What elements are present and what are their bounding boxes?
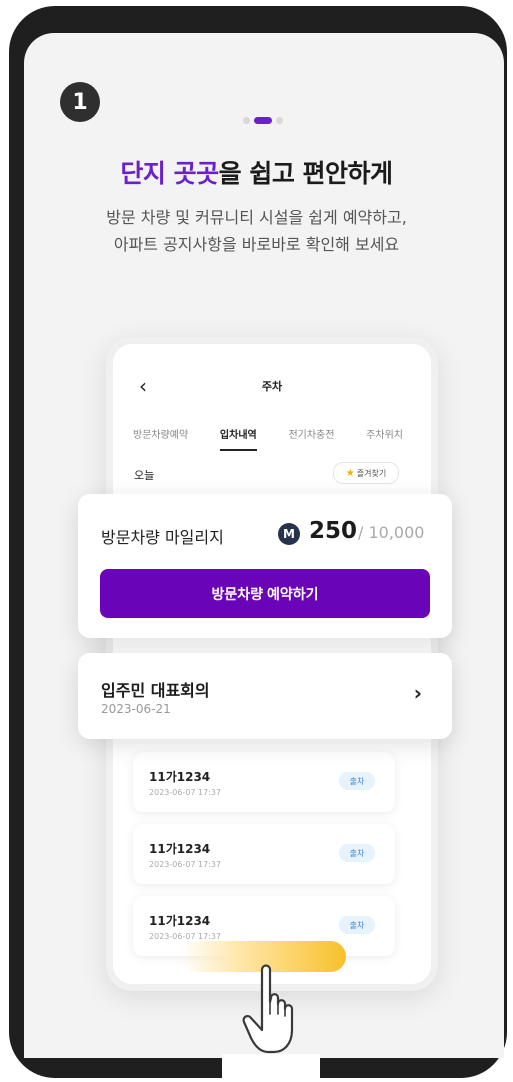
reserve-visitor-car-button[interactable]: 방문차량 예약하기: [100, 569, 430, 618]
plate-number: 11가1234: [149, 842, 211, 856]
headline-accent: 단지 곳곳: [120, 159, 219, 188]
page-indicator[interactable]: [243, 115, 283, 125]
entry-time: 2023-06-07 17:37: [149, 932, 222, 941]
inner-tabs: 방문차량예약 입차내역 전기차충전 주차위치: [133, 426, 403, 451]
mileage-value: 250: [309, 518, 358, 544]
subtext: 방문 차량 및 커뮤니티 시설을 쉽게 예약하고, 아파트 공지사항을 바로바로…: [0, 204, 513, 258]
status-badge: 출차: [339, 772, 375, 790]
tab-parking-location[interactable]: 주차위치: [366, 426, 403, 451]
notice-title: 입주민 대표회의: [101, 681, 210, 700]
entry-time: 2023-06-07 17:37: [149, 860, 222, 869]
mileage-card: 방문차량 마일리지 M 250 / 10,000 방문차량 예약하기: [78, 494, 452, 638]
pointing-hand-icon: [242, 964, 294, 1054]
notice-card[interactable]: 입주민 대표회의 2023-06-21 ›: [78, 653, 452, 739]
tab-entry-history[interactable]: 입차내역: [219, 426, 257, 451]
today-label: 오늘: [134, 469, 155, 482]
page-dot-active[interactable]: [254, 116, 272, 124]
star-icon: ★: [345, 467, 355, 479]
status-badge: 출차: [339, 916, 375, 934]
step-badge: 1: [60, 82, 100, 122]
subtext-line-2: 아파트 공지사항을 바로바로 확인해 보세요: [113, 235, 400, 254]
mileage-total: / 10,000: [358, 523, 425, 542]
plate-number: 11가1234: [149, 914, 211, 928]
notice-date: 2023-06-21: [101, 702, 171, 716]
chevron-right-icon[interactable]: ›: [414, 681, 422, 705]
list-item[interactable]: 11가1234 2023-06-07 17:37 출차: [133, 752, 395, 812]
mileage-label: 방문차량 마일리지: [101, 528, 224, 547]
home-indicator-area: [222, 1054, 320, 1082]
entry-time: 2023-06-07 17:37: [149, 788, 222, 797]
page-dot[interactable]: [243, 116, 250, 124]
mileage-m-icon: M: [278, 523, 300, 545]
inner-title: 주차: [261, 380, 283, 393]
headline-rest: 을 쉽고 편안하게: [218, 159, 393, 188]
list-item[interactable]: 11가1234 2023-06-07 17:37 출차: [133, 824, 395, 884]
favorite-label: 즐겨찾기: [356, 468, 387, 478]
plate-number: 11가1234: [149, 770, 211, 784]
tab-visitor-reservation[interactable]: 방문차량예약: [133, 426, 188, 451]
page-dot[interactable]: [276, 116, 283, 124]
subtext-line-1: 방문 차량 및 커뮤니티 시설을 쉽게 예약하고,: [106, 208, 407, 227]
headline: 단지 곳곳을 쉽고 편안하게: [0, 154, 513, 190]
inner-header: ‹ 주차: [113, 374, 431, 404]
tab-ev-charging[interactable]: 전기차충전: [288, 426, 334, 451]
status-badge: 출차: [339, 844, 375, 862]
favorite-chip[interactable]: ★ 즐겨찾기: [333, 462, 399, 484]
